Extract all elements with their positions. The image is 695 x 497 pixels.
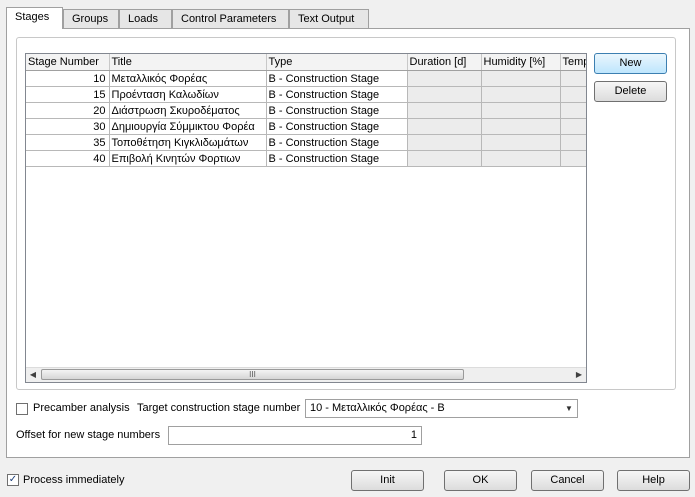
table-row[interactable]: 35 Τοποθέτηση Κιγκλιδωμάτων B - Construc… [26,134,586,151]
table-row[interactable]: 20 Διάστρωση Σκυροδέματος B - Constructi… [26,102,586,119]
new-button-label: New [619,57,642,69]
table-row[interactable]: 40 Επιβολή Κινητών Φορτιων B - Construct… [26,150,586,167]
process-immediately-checkbox[interactable]: ✓ [7,474,19,486]
column-header-duration[interactable]: Duration [d] [407,54,482,71]
duration-cell [407,102,482,119]
cancel-button[interactable]: Cancel [531,470,604,491]
target-stage-dropdown[interactable]: 10 - Μεταλλικός Φορέας - B ▼ [305,399,578,418]
column-header-type[interactable]: Type [266,54,408,71]
type-cell[interactable]: B - Construction Stage [266,134,408,151]
temp-cell [560,102,586,119]
temp-cell [560,86,586,103]
tab-label: Text Output [298,13,355,25]
column-header-humidity[interactable]: Humidity [%] [481,54,561,71]
stage-number-cell[interactable]: 20 [26,102,110,119]
temp-cell [560,150,586,167]
humidity-cell [481,86,561,103]
duration-cell [407,70,482,87]
stage-number-cell[interactable]: 35 [26,134,110,151]
type-cell[interactable]: B - Construction Stage [266,102,408,119]
temp-cell [560,118,586,135]
tab-text-output[interactable]: Text Output [289,9,369,28]
duration-cell [407,118,482,135]
type-cell[interactable]: B - Construction Stage [266,86,408,103]
tab-label: Loads [128,13,158,25]
init-button-label: Init [380,474,395,486]
process-immediately-label: Process immediately [23,474,125,486]
stage-number-cell[interactable]: 40 [26,150,110,167]
chevron-down-icon: ▼ [565,404,573,413]
offset-input[interactable]: 1 [168,426,422,445]
column-header-stage-number[interactable]: Stage Number [26,54,110,71]
stage-number-cell[interactable]: 30 [26,118,110,135]
precamber-checkbox[interactable] [16,403,28,415]
tab-groups[interactable]: Groups [63,9,119,28]
target-stage-value: 10 - Μεταλλικός Φορέας - B [310,402,445,414]
humidity-cell [481,134,561,151]
delete-button[interactable]: Delete [594,81,667,102]
duration-cell [407,150,482,167]
delete-button-label: Delete [614,85,647,97]
stage-number-cell[interactable]: 15 [26,86,110,103]
scroll-thumb-grip: III [249,370,256,379]
tab-label: Control Parameters [181,13,277,25]
horizontal-scrollbar[interactable]: ◀ III ▶ [26,367,586,382]
type-cell[interactable]: B - Construction Stage [266,118,408,135]
duration-cell [407,86,482,103]
stages-grid[interactable]: Stage Number Title Type Duration [d] Hum… [25,53,587,383]
tab-label: Stages [15,11,50,23]
table-row[interactable]: 15 Προένταση Καλωδίων B - Construction S… [26,86,586,103]
humidity-cell [481,150,561,167]
column-header-title[interactable]: Title [109,54,267,71]
init-button[interactable]: Init [351,470,424,491]
checkmark-icon: ✓ [8,474,18,485]
scroll-right-arrow-icon[interactable]: ▶ [572,368,586,381]
tab-label: Groups [72,13,109,25]
ok-button[interactable]: OK [444,470,517,491]
title-cell[interactable]: Επιβολή Κινητών Φορτιων [109,150,267,167]
title-cell[interactable]: Δημιουργία Σύμμικτου Φορέα [109,118,267,135]
type-cell[interactable]: B - Construction Stage [266,150,408,167]
ok-button-label: OK [472,474,489,486]
precamber-label: Precamber analysis [33,402,130,414]
humidity-cell [481,118,561,135]
help-button[interactable]: Help [617,470,690,491]
title-cell[interactable]: Διάστρωση Σκυροδέματος [109,102,267,119]
title-cell[interactable]: Προένταση Καλωδίων [109,86,267,103]
temp-cell [560,134,586,151]
humidity-cell [481,70,561,87]
temp-cell [560,70,586,87]
title-cell[interactable]: Μεταλλικός Φορέας [109,70,267,87]
humidity-cell [481,102,561,119]
type-cell[interactable]: B - Construction Stage [266,70,408,87]
table-row[interactable]: 30 Δημιουργία Σύμμικτου Φορέα B - Constr… [26,118,586,135]
new-button[interactable]: New [594,53,667,74]
tab-control-parameters[interactable]: Control Parameters [172,9,289,28]
cancel-button-label: Cancel [550,474,585,486]
target-stage-label: Target construction stage number [137,402,301,414]
tab-loads[interactable]: Loads [119,9,172,28]
scroll-left-arrow-icon[interactable]: ◀ [26,368,40,381]
title-cell[interactable]: Τοποθέτηση Κιγκλιδωμάτων [109,134,267,151]
duration-cell [407,134,482,151]
column-header-temp[interactable]: Temp [560,54,586,71]
tab-stages[interactable]: Stages [6,7,63,29]
help-button-label: Help [642,474,665,486]
offset-label: Offset for new stage numbers [16,429,161,441]
scroll-thumb[interactable]: III [41,369,464,380]
stage-number-cell[interactable]: 10 [26,70,110,87]
grid-header-row: Stage Number Title Type Duration [d] Hum… [26,54,586,71]
table-row[interactable]: 10 Μεταλλικός Φορέας B - Construction St… [26,70,586,87]
